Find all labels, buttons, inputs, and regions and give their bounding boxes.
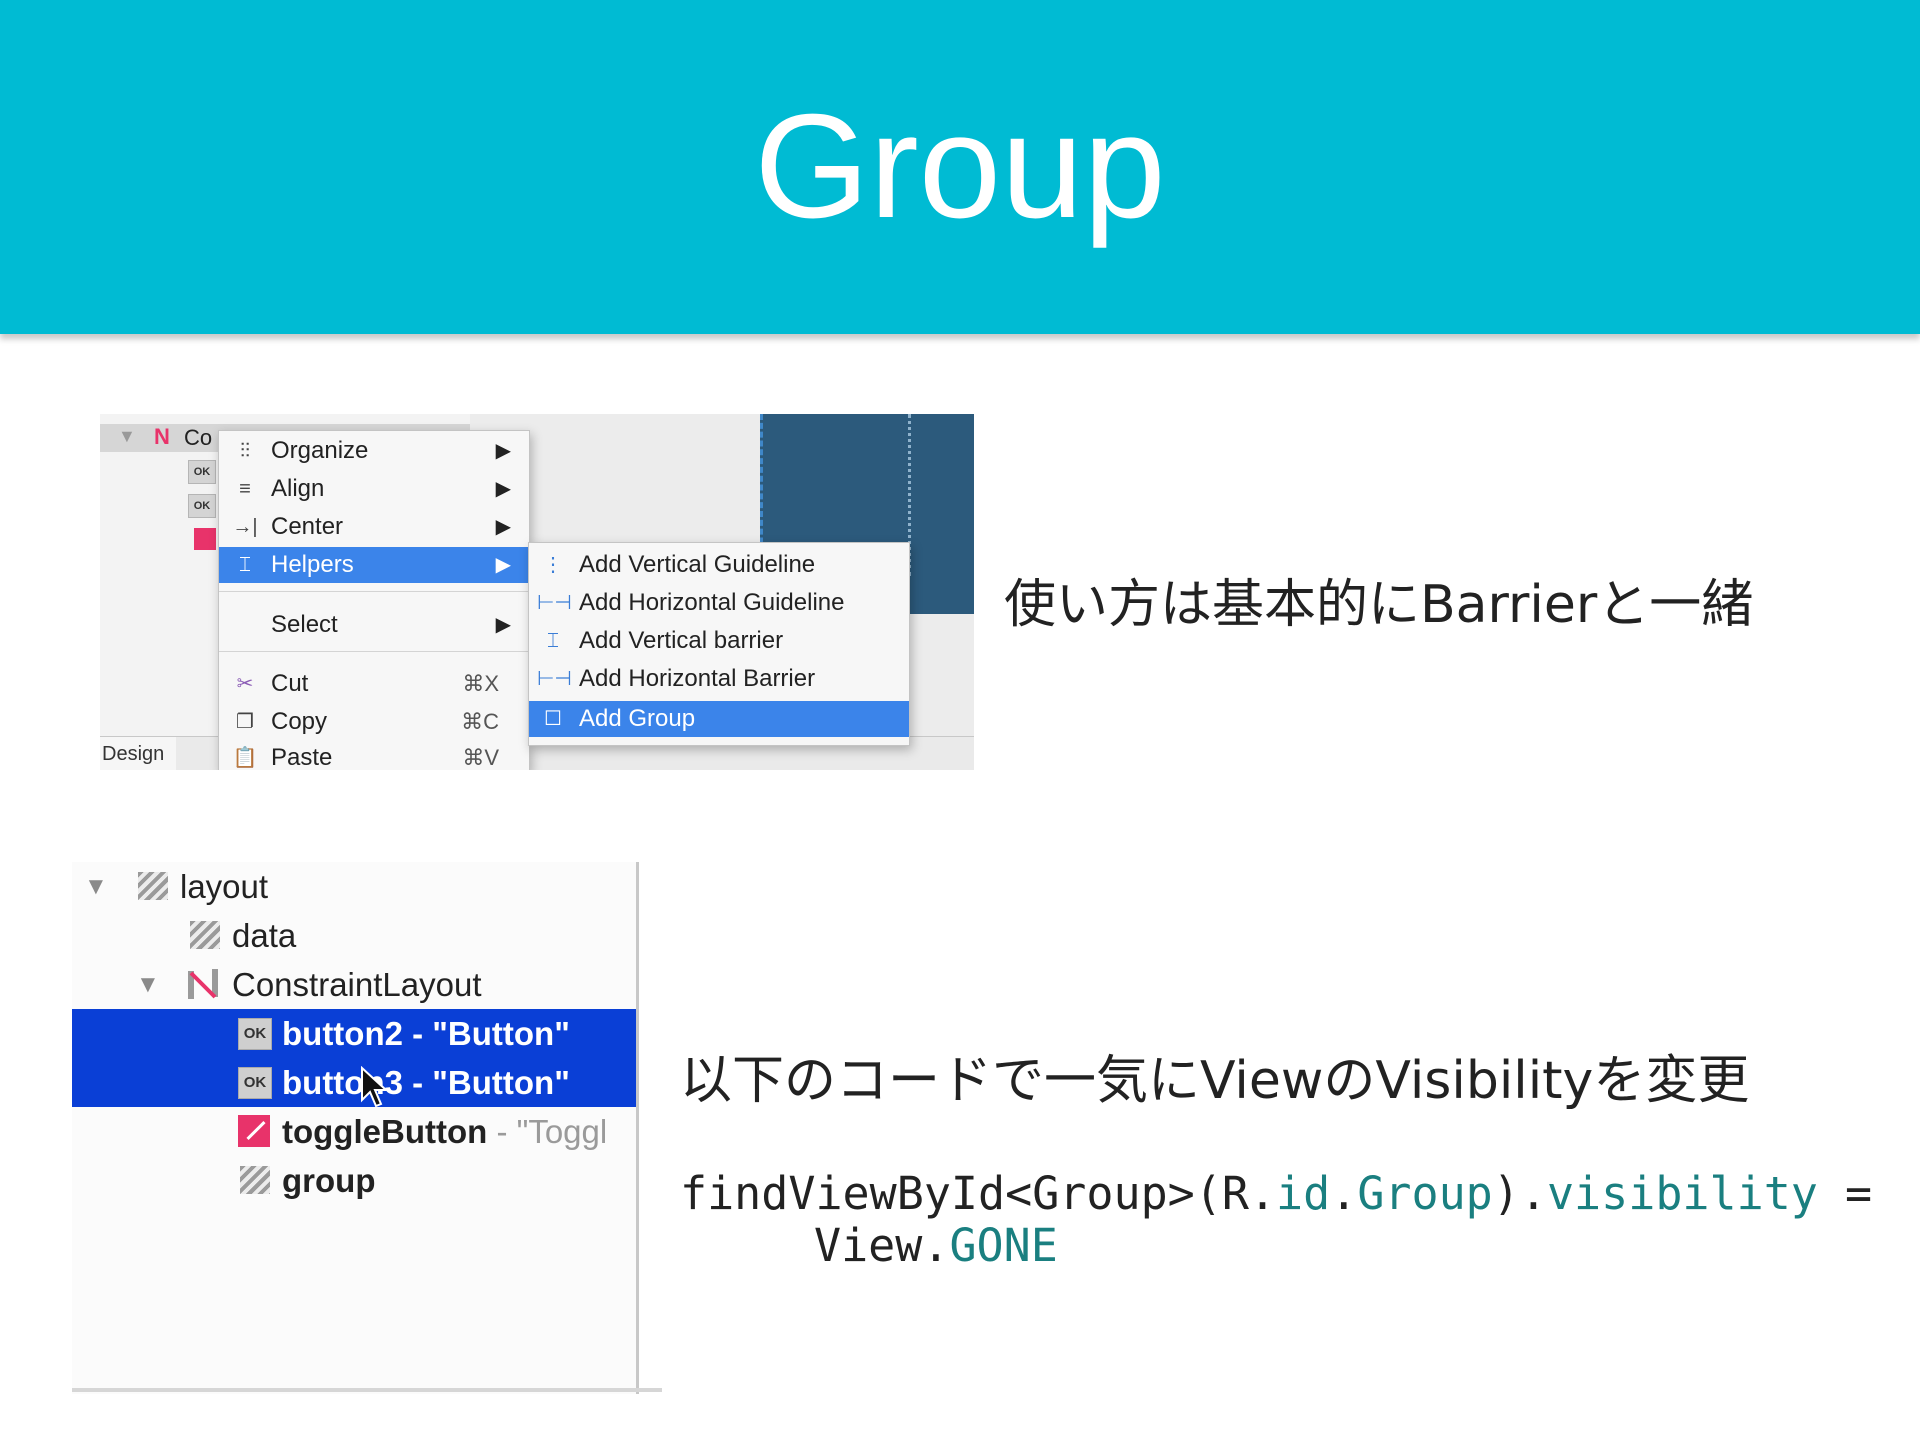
group-icon: ☐ xyxy=(544,708,562,730)
vertical-guideline-icon: ⋮ xyxy=(543,554,563,576)
toggle-button-icon xyxy=(238,1115,270,1147)
code-token: findViewById<Group>(R. xyxy=(680,1167,1277,1220)
description-text-2: 以下のコードで一気にViewのVisibilityを変更 xyxy=(680,1051,1750,1111)
group-icon xyxy=(240,1166,270,1194)
expand-arrow-icon[interactable]: ▼ xyxy=(84,862,108,911)
code-token: . xyxy=(1330,1167,1358,1220)
horizontal-guideline-icon: ⊢⊣ xyxy=(537,592,572,614)
panel-bottom-edge xyxy=(72,1388,662,1392)
menu-divider xyxy=(219,651,529,652)
tab-design[interactable]: Design xyxy=(100,737,176,770)
page-title: Group xyxy=(754,84,1166,249)
tree-row-data[interactable]: data xyxy=(72,911,636,960)
context-menu-screenshot: ▼ N Co OK OK Design ⫶⫶ Organize ▶ ≡ Alig… xyxy=(100,414,974,770)
submenu-arrow-icon: ▶ xyxy=(495,440,511,462)
helpers-icon: ⌶ xyxy=(239,554,251,576)
button-icon: OK xyxy=(188,460,216,484)
code-token: = xyxy=(1817,1167,1873,1220)
menu-item-center[interactable]: →|← Center ▶ xyxy=(219,509,529,574)
code-snippet: findViewById<Group>(R.id.Group).visibili… xyxy=(680,1168,1872,1272)
organize-icon: ⫶⫶ xyxy=(240,440,250,462)
context-menu: ⫶⫶ Organize ▶ ≡ Align ▶ →|← Center ▶ ⌶ H… xyxy=(218,430,530,770)
menu-divider xyxy=(219,591,529,592)
tree-row-constraintlayout[interactable]: ▼ ConstraintLayout xyxy=(72,960,636,1009)
expand-arrow-icon[interactable]: ▼ xyxy=(136,960,160,1009)
component-tree-screenshot: ▼ layout data ▼ ConstraintLayout OK butt… xyxy=(72,862,662,1402)
shortcut-label: ⌘V xyxy=(462,745,499,770)
menu-item-organize[interactable]: ⫶⫶ Organize ▶ xyxy=(219,433,529,469)
submenu-arrow-icon: ▶ xyxy=(495,554,511,576)
layout-icon xyxy=(138,872,168,900)
menu-item-add-horizontal-barrier[interactable]: ⊢⊣ Add Horizontal Barrier xyxy=(529,661,909,697)
menu-item-add-vertical-guideline[interactable]: ⋮ Add Vertical Guideline xyxy=(529,547,909,583)
button-icon: OK xyxy=(188,494,216,518)
button-icon: OK xyxy=(238,1018,272,1050)
tree-row-togglebutton[interactable]: toggleButton - "Toggl xyxy=(72,1107,636,1156)
menu-item-select[interactable]: Select ▶ xyxy=(219,607,529,643)
align-icon: ≡ xyxy=(239,478,251,500)
code-token: View. xyxy=(814,1219,950,1272)
constraint-layout-icon: N xyxy=(154,424,170,449)
data-icon xyxy=(190,921,220,949)
menu-item-add-group[interactable]: ☐ Add Group xyxy=(529,701,909,737)
helpers-submenu: ⋮ Add Vertical Guideline ⊢⊣ Add Horizont… xyxy=(528,542,910,746)
code-token: GONE xyxy=(949,1219,1058,1272)
mouse-cursor-icon xyxy=(361,1066,389,1108)
title-bar: Group xyxy=(0,0,1920,334)
paste-icon: 📋 xyxy=(232,747,258,769)
code-token: ). xyxy=(1492,1167,1547,1220)
shortcut-label: ⌘X xyxy=(462,671,499,696)
menu-item-copy[interactable]: ❐ Copy ⌘C xyxy=(219,704,529,740)
vertical-barrier-icon: ⌶ xyxy=(547,630,559,652)
toggle-icon xyxy=(194,528,216,550)
tree-item-value: - "Toggl xyxy=(487,1113,608,1150)
description-text-1: 使い方は基本的にBarrierと一緒 xyxy=(1004,575,1754,635)
menu-item-align[interactable]: ≡ Align ▶ xyxy=(219,471,529,507)
expand-arrow-icon[interactable]: ▼ xyxy=(118,426,136,447)
code-token: id xyxy=(1276,1167,1331,1220)
copy-icon: ❐ xyxy=(236,711,254,733)
menu-item-cut[interactable]: ✂ Cut ⌘X xyxy=(219,666,529,702)
tree-label: Co xyxy=(184,425,213,450)
submenu-arrow-icon: ▶ xyxy=(495,478,511,500)
submenu-arrow-icon: ▶ xyxy=(495,516,511,538)
menu-item-paste[interactable]: 📋 Paste ⌘V xyxy=(219,740,529,770)
menu-item-add-vertical-barrier[interactable]: ⌶ Add Vertical barrier xyxy=(529,623,909,659)
code-token: Group xyxy=(1357,1167,1493,1220)
panel-divider xyxy=(636,862,639,1394)
menu-item-add-horizontal-guideline[interactable]: ⊢⊣ Add Horizontal Guideline xyxy=(529,585,909,621)
tree-row-layout[interactable]: ▼ layout xyxy=(72,862,636,911)
tree-item-name: toggleButton xyxy=(282,1113,488,1150)
horizontal-barrier-icon: ⊢⊣ xyxy=(537,668,572,690)
tree-row-button3[interactable]: OK button3 - "Button" xyxy=(72,1058,636,1107)
code-token: visibility xyxy=(1546,1167,1818,1220)
button-icon: OK xyxy=(238,1067,272,1099)
menu-item-helpers[interactable]: ⌶ Helpers ▶ xyxy=(219,547,529,583)
shortcut-label: ⌘C xyxy=(461,709,499,734)
tree-row-group[interactable]: group xyxy=(72,1156,636,1205)
scissors-icon: ✂ xyxy=(236,673,254,695)
submenu-arrow-icon: ▶ xyxy=(495,614,511,636)
tree-row-button2[interactable]: OK button2 - "Button" xyxy=(72,1009,636,1058)
constraint-layout-icon xyxy=(188,969,218,999)
